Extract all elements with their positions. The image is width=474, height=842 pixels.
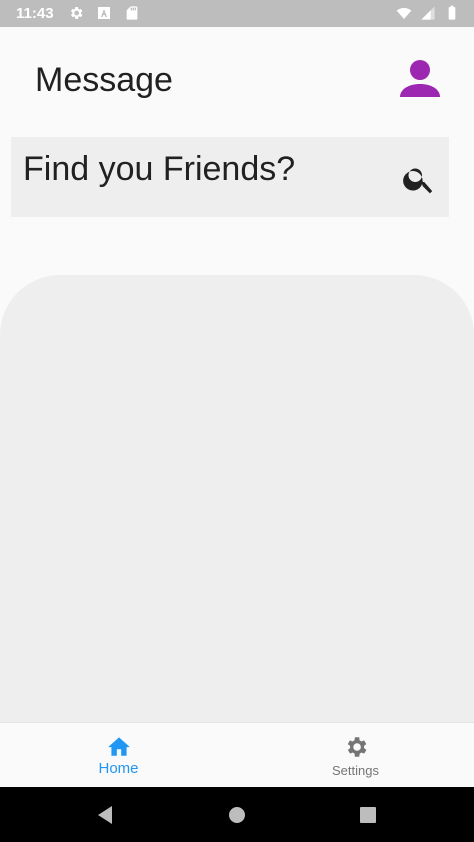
search-button[interactable]: [399, 159, 439, 199]
nav-label-home: Home: [98, 760, 139, 777]
app-header: Message: [0, 27, 474, 137]
search-box: [11, 137, 449, 217]
status-bar: 11:43: [0, 0, 474, 27]
sd-card-icon: [126, 6, 138, 20]
battery-icon: [448, 5, 456, 20]
wifi-icon: [396, 8, 412, 19]
page-title: Message: [35, 61, 173, 99]
system-nav-bar: [0, 787, 474, 842]
nav-label-settings: Settings: [332, 762, 379, 778]
profile-button[interactable]: [396, 56, 444, 104]
font-a-icon: [98, 7, 110, 19]
signal-icon: [421, 6, 435, 20]
nav-item-home[interactable]: Home: [0, 723, 237, 788]
status-left-icons: [68, 5, 140, 21]
gear-icon: [70, 7, 83, 19]
person-icon: [400, 60, 440, 97]
recents-icon[interactable]: [359, 805, 377, 825]
gear-icon: [347, 736, 366, 757]
home-circle-icon[interactable]: [228, 805, 246, 825]
back-icon[interactable]: [96, 805, 114, 825]
search-input[interactable]: [23, 147, 393, 191]
bottom-nav: Home Settings: [0, 722, 474, 787]
home-icon: [107, 737, 130, 756]
nav-item-settings[interactable]: Settings: [237, 723, 474, 788]
content-panel: [0, 275, 474, 735]
search-icon: [403, 168, 433, 194]
status-time: 11:43: [16, 5, 54, 22]
status-right-icons: [396, 5, 460, 21]
